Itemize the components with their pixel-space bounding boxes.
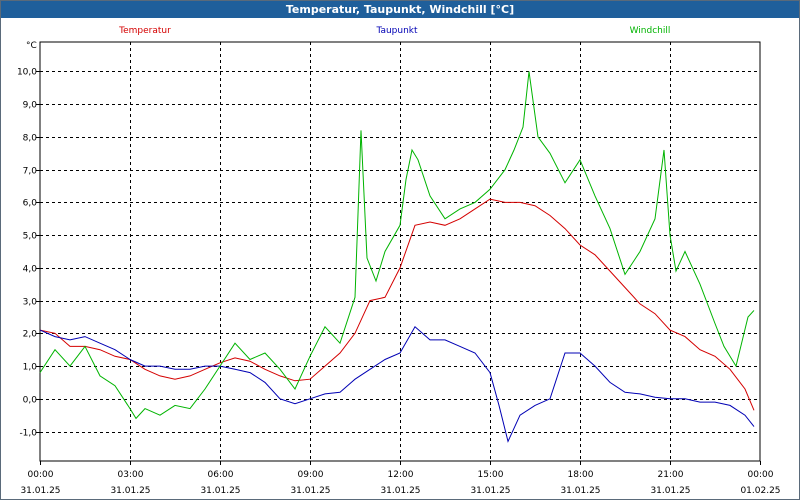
y-tick-label: 7,0 (23, 167, 38, 177)
x-tick-date-label: 31.01.25 (20, 486, 60, 496)
legend-item-taupunkt: Taupunkt (375, 26, 418, 36)
y-tick-label: 8,0 (23, 134, 38, 144)
x-tick-date-label: 01.02.25 (740, 486, 780, 496)
x-axis: 00:00 31.01.25 03:00 31.01.25 06:00 31.01.25 0… (20, 461, 781, 496)
y-tick-label: 9,0 (23, 101, 38, 111)
y-tick-label: 1,0 (23, 363, 38, 373)
y-tick-label: 3,0 (23, 298, 38, 308)
y-axis: -1,0 0,0 1,0 2,0 3,0 4,0 5,0 6,0 7,0 8,0 9,0 10,0 (17, 68, 40, 439)
legend-item-temperatur: Temperatur (118, 26, 171, 36)
x-tick-date-label: 31.01.25 (290, 486, 330, 496)
grid (40, 42, 760, 461)
x-tick-time-label: 00:00 (28, 470, 54, 480)
x-tick-time-label: 06:00 (208, 470, 234, 480)
y-tick-label: 6,0 (23, 199, 38, 209)
x-tick-date-label: 31.01.25 (470, 486, 510, 496)
x-tick-time-label: 21:00 (658, 470, 684, 480)
series-lines (39, 71, 755, 443)
y-tick-label: -1,0 (19, 429, 37, 439)
line-chart: -1,0 0,0 1,0 2,0 3,0 4,0 5,0 6,0 7,0 8,0 9,0 10,0 0… (17, 26, 781, 496)
y-tick-label: 2,0 (23, 330, 38, 340)
series-line-taupunkt (39, 326, 755, 443)
x-tick-time-label: 09:00 (298, 470, 324, 480)
x-tick-date-label: 31.01.25 (650, 486, 690, 496)
x-tick-time-label: 15:00 (478, 470, 504, 480)
x-tick-time-label: 03:00 (118, 470, 144, 480)
legend: Temperatur Taupunkt Windchill (118, 26, 670, 36)
x-tick-date-label: 31.01.25 (110, 486, 150, 496)
y-tick-label: 0,0 (23, 396, 38, 406)
x-tick-date-label: 31.01.25 (200, 486, 240, 496)
x-tick-date-label: 31.01.25 (560, 486, 600, 496)
x-tick-time-label: 00:00 (748, 470, 774, 480)
x-tick-date-label: 31.01.25 (380, 486, 420, 496)
legend-item-windchill: Windchill (630, 26, 671, 36)
y-axis-label: °C (26, 41, 37, 51)
y-tick-label: 5,0 (23, 232, 38, 242)
x-tick-time-label: 12:00 (388, 470, 414, 480)
x-tick-time-label: 18:00 (568, 470, 594, 480)
y-tick-label: 10,0 (17, 68, 37, 78)
y-tick-label: 4,0 (23, 265, 38, 275)
